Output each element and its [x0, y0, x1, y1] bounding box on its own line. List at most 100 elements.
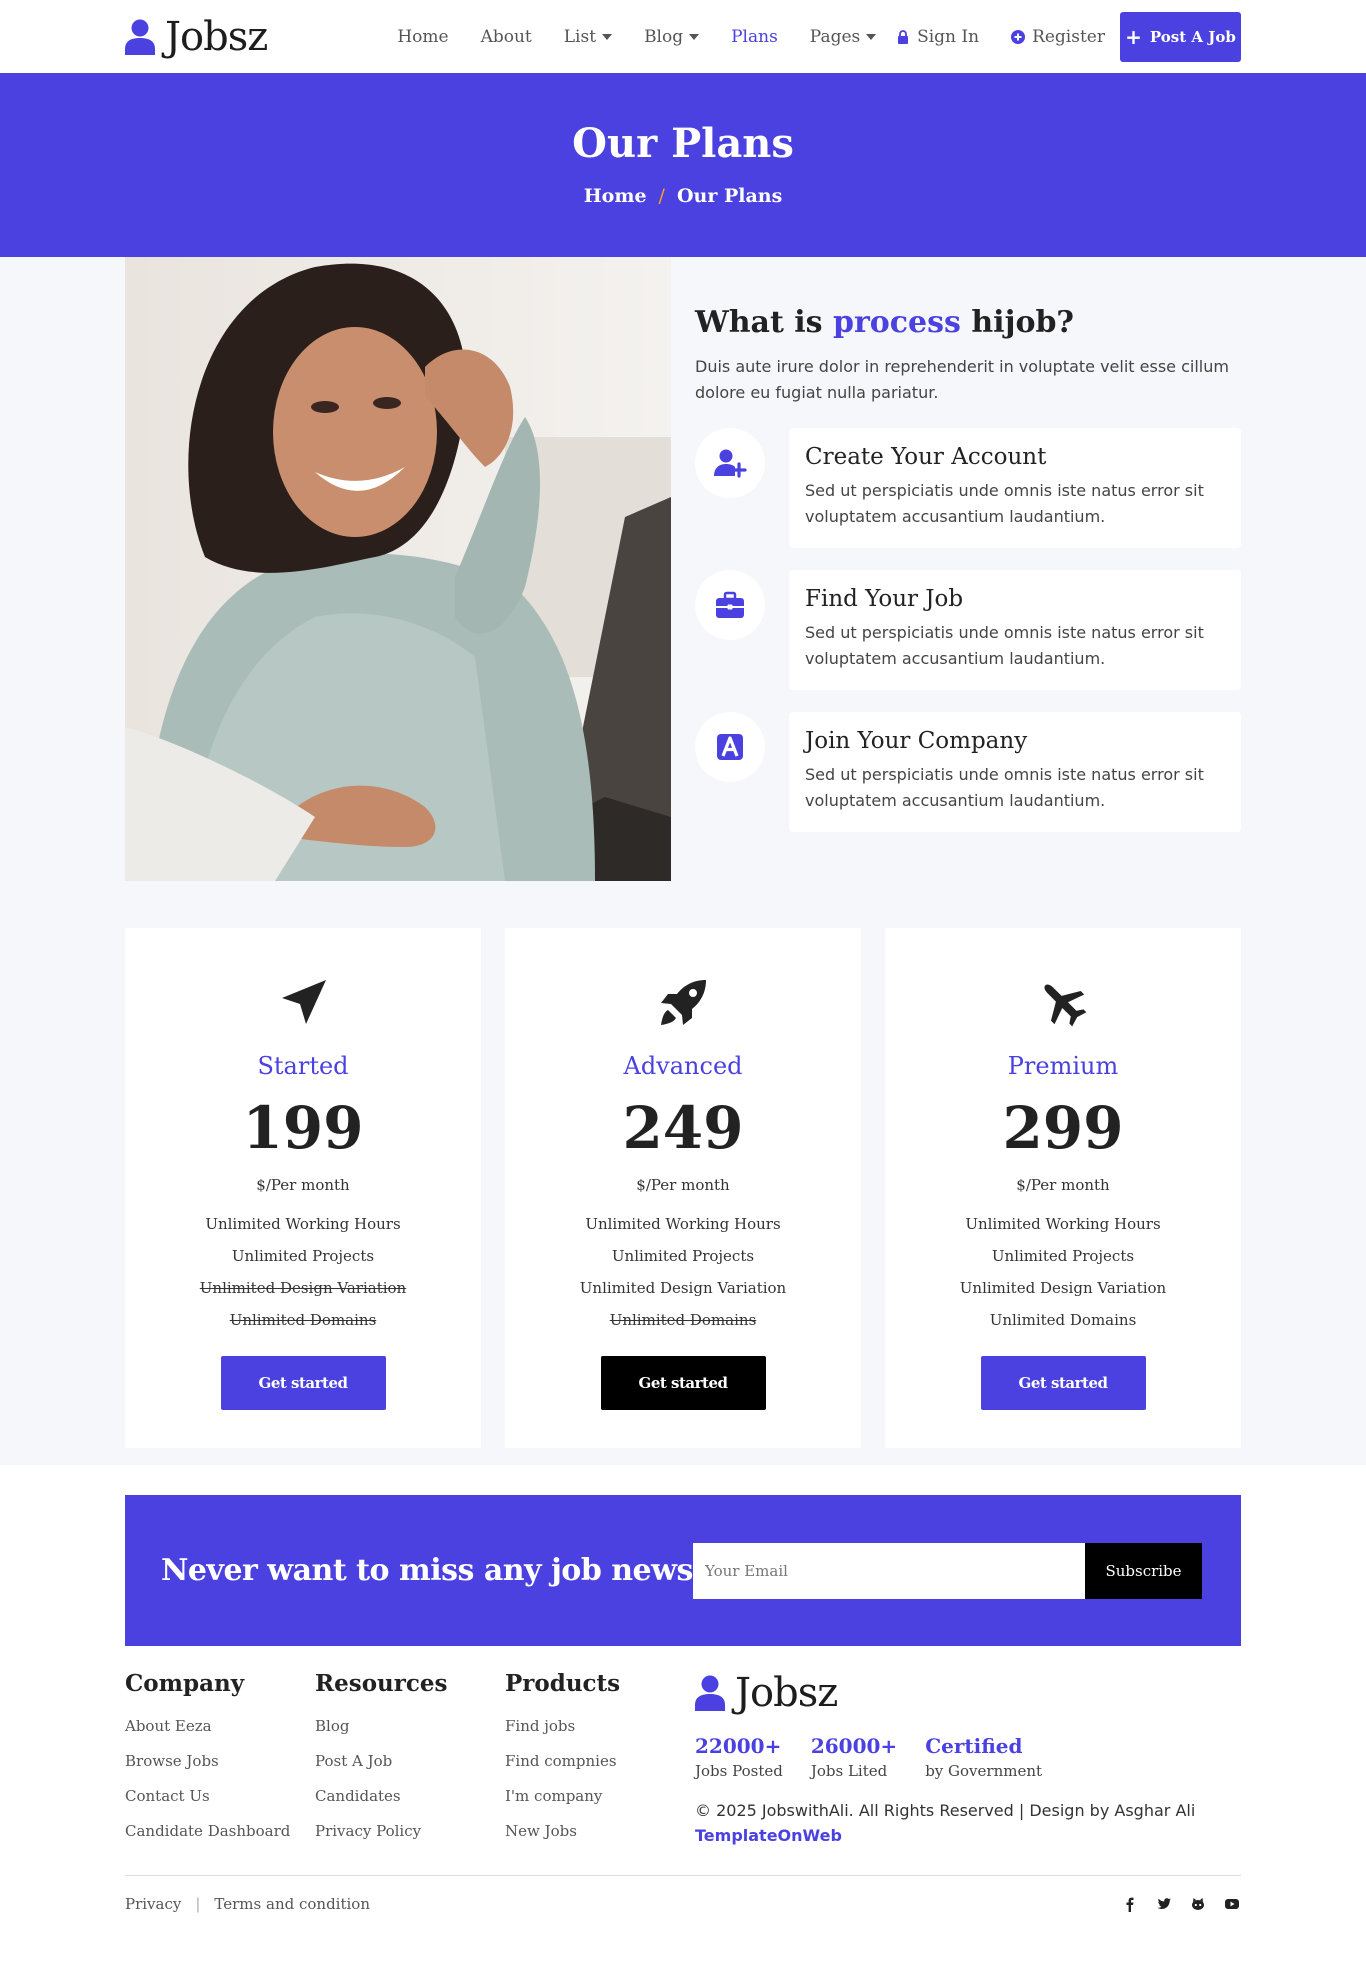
- post-job-button[interactable]: + Post A Job: [1120, 11, 1241, 62]
- breadcrumb-current: Our Plans: [676, 184, 783, 207]
- terms-link[interactable]: Terms and condition: [214, 1895, 370, 1913]
- nav-blog[interactable]: Blog: [644, 26, 700, 47]
- footer-link[interactable]: Contact Us: [125, 1787, 210, 1805]
- chevron-down-icon: [689, 33, 700, 40]
- plan-feature: Unlimited Projects: [231, 1247, 375, 1265]
- nav-list[interactable]: List: [564, 27, 613, 47]
- footer-stat: Certified by Government: [925, 1734, 1042, 1780]
- breadcrumb: Home / Our Plans: [584, 185, 783, 207]
- get-started-button[interactable]: Get started: [220, 1356, 386, 1410]
- facebook-icon[interactable]: [1121, 1895, 1139, 1913]
- plan-features: Unlimited Working Hours Unlimited Project…: [960, 1208, 1166, 1336]
- brand-name: Jobsz: [165, 13, 268, 60]
- footer-column-title: Resources: [315, 1670, 448, 1697]
- subscribe-button[interactable]: Subscribe: [1085, 1542, 1202, 1599]
- footer-link[interactable]: Find jobs: [505, 1717, 575, 1735]
- twitter-icon[interactable]: [1155, 1895, 1173, 1913]
- sign-in-link[interactable]: Sign In: [896, 27, 979, 47]
- breadcrumb-home[interactable]: Home: [584, 185, 647, 207]
- process-step: Join Your Company Sed ut perspiciatis und…: [695, 712, 1241, 832]
- stat-label: Jobs Lited: [810, 1762, 888, 1780]
- register-label: Register: [1032, 26, 1105, 47]
- nav-pages[interactable]: Pages: [809, 26, 877, 47]
- footer-links: Blog Post A Job Candidates Privacy Policy: [315, 1709, 505, 1849]
- template-link[interactable]: TemplateOnWeb: [695, 1826, 842, 1845]
- plan-period: $/Per month: [256, 1176, 350, 1194]
- footer-link-item: Find jobs: [505, 1709, 695, 1744]
- footer-link[interactable]: Blog: [315, 1717, 349, 1735]
- process-heading-accent: process: [832, 305, 961, 340]
- nav-label: Home: [397, 26, 449, 47]
- privacy-link[interactable]: Privacy: [125, 1895, 181, 1913]
- footer-link[interactable]: I'm company: [505, 1787, 602, 1805]
- footer-link[interactable]: Candidate Dashboard: [125, 1822, 290, 1840]
- footer-stat: 26000+ Jobs Lited: [811, 1734, 897, 1780]
- brand-logo[interactable]: Jobsz: [125, 13, 268, 60]
- plan-card-advanced: Advanced 249 $/Per month Unlimited Working …: [505, 928, 861, 1448]
- footer-link[interactable]: Post A Job: [315, 1752, 392, 1770]
- plan-name: Premium: [1007, 1052, 1119, 1080]
- footer-column-products: Products Find jobs Find compnies I'm compan…: [505, 1670, 695, 1849]
- nav-label: Blog: [644, 26, 684, 47]
- footer-link-item: Candidates: [315, 1779, 505, 1814]
- newsletter-heading: Never want to miss any job news: [161, 1553, 693, 1588]
- nav-plans[interactable]: Plans: [731, 27, 778, 47]
- process-steps: Create Your Account Sed ut perspiciatis u…: [695, 428, 1241, 832]
- step-card: Create Your Account Sed ut perspiciatis u…: [789, 428, 1241, 548]
- step-text: Sed ut perspiciatis unde omnis iste natu…: [805, 765, 1204, 810]
- process-step: Find Your Job Sed ut perspiciatis unde om…: [695, 570, 1241, 690]
- lock-icon: [898, 29, 909, 44]
- step-title: Find Your Job: [805, 586, 964, 612]
- plan-card-premium: Premium 299 $/Per month Unlimited Working H…: [885, 928, 1241, 1448]
- process-step: Create Your Account Sed ut perspiciatis u…: [695, 428, 1241, 548]
- github-icon[interactable]: [1189, 1895, 1207, 1913]
- plan-feature: Unlimited Domains: [989, 1311, 1137, 1329]
- nav-home[interactable]: Home: [397, 27, 448, 47]
- footer-link[interactable]: Browse Jobs: [125, 1752, 219, 1770]
- footer-link[interactable]: About Eeza: [125, 1717, 212, 1735]
- footer-link-item: Find compnies: [505, 1744, 695, 1779]
- register-link[interactable]: Register: [1011, 27, 1105, 47]
- footer-column-resources: Resources Blog Post A Job Candidates Privacy…: [315, 1670, 505, 1849]
- footer: Never want to miss any job news Subscrib…: [0, 1495, 1366, 1931]
- stat-value: 22000+: [695, 1734, 782, 1758]
- plan-feature: Unlimited Projects: [991, 1247, 1135, 1265]
- page-banner: Our Plans Home / Our Plans: [0, 73, 1366, 257]
- newsletter-form: Subscribe: [693, 1542, 1202, 1599]
- nav-label: Pages: [809, 26, 861, 47]
- social-links: [1121, 1895, 1241, 1913]
- footer-link[interactable]: Privacy Policy: [315, 1822, 421, 1840]
- email-input[interactable]: [693, 1542, 1085, 1599]
- plus-circle-icon: [1011, 29, 1026, 44]
- plan-name: Started: [257, 1052, 349, 1080]
- stat-value: 26000+: [810, 1734, 898, 1758]
- plan-feature: Unlimited Design Variation: [199, 1279, 407, 1297]
- step-title: Create Your Account: [805, 444, 1047, 470]
- footer-link[interactable]: New Jobs: [505, 1822, 577, 1840]
- process-heading-post: hijob?: [971, 305, 1075, 340]
- plan-name: Advanced: [623, 1052, 743, 1080]
- footer-link[interactable]: Find compnies: [505, 1752, 617, 1770]
- footer-link-item: Privacy Policy: [315, 1814, 505, 1849]
- nav-about[interactable]: About: [481, 27, 532, 47]
- user-logo-icon: [695, 1675, 725, 1711]
- footer-link-item: Browse Jobs: [125, 1744, 315, 1779]
- sign-in-label: Sign In: [917, 26, 980, 47]
- get-started-button[interactable]: Get started: [600, 1356, 766, 1410]
- footer-logo[interactable]: Jobsz: [695, 1670, 1241, 1716]
- plan-feature: Unlimited Design Variation: [579, 1279, 787, 1297]
- footer-link[interactable]: Candidates: [315, 1787, 401, 1805]
- newsletter-banner: Never want to miss any job news Subscrib…: [125, 1495, 1241, 1646]
- process-heading-pre: What is: [695, 305, 823, 340]
- youtube-icon[interactable]: [1223, 1895, 1241, 1913]
- nav-label: Plans: [731, 26, 778, 47]
- plan-feature: Unlimited Design Variation: [959, 1279, 1167, 1297]
- step-title: Join Your Company: [805, 728, 1028, 754]
- footer-links: Find jobs Find compnies I'm company New Job…: [505, 1709, 695, 1849]
- post-job-label: Post A Job: [1149, 27, 1236, 46]
- woman-laptop-photo: [125, 257, 671, 881]
- footer-links: About Eeza Browse Jobs Contact Us Candidate…: [125, 1709, 315, 1849]
- copyright-text: © 2025 JobswithAli. All Rights Reserved …: [695, 1801, 1196, 1820]
- plan-feature: Unlimited Projects: [611, 1247, 755, 1265]
- get-started-button[interactable]: Get started: [980, 1356, 1146, 1410]
